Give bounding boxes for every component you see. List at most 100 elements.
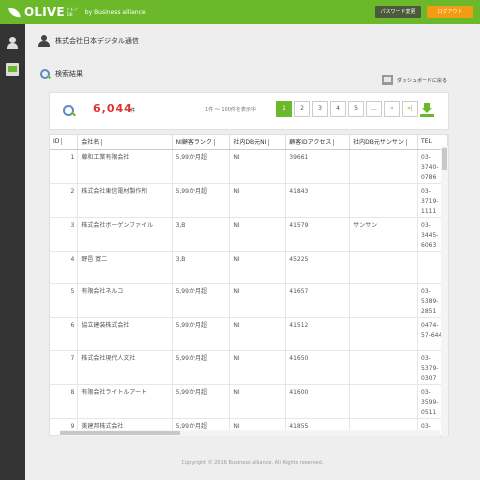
cell-db-ni: NI [229,283,287,318]
cell-sansan [349,350,419,385]
change-password-button[interactable]: パスワード変更 [375,6,421,18]
cell-company: 野邑 寛二 [77,251,173,284]
user-icon[interactable] [6,37,19,50]
column-header-company[interactable]: 会社名 [77,135,173,150]
logout-button[interactable]: ログアウト [427,6,473,18]
cell-id: 7 [50,350,79,385]
cell-company: 協立建装株式会社 [77,317,173,351]
company-name: 株式会社日本デジタル通信 [55,37,139,45]
cell-sansan [349,317,419,351]
cell-id: 5 [50,283,79,318]
search-result-icon [40,69,50,79]
table-row[interactable]: 6 協立建装株式会社 5,99か月超 NI 41512 0474- 57-644 [50,317,448,351]
cell-company: 株式会社現代人文社 [77,350,173,385]
cell-rank: 5,99か月超 [172,149,231,184]
column-header-sansan[interactable]: 社内DB元サンサン [349,135,419,150]
cell-db-ni: NI [229,317,287,351]
cell-company: 株式会社ボーゲンファイル [77,217,173,252]
olive-logo[interactable]: OLIVE ｸﾞﾙｰﾌﾟ DB by Business alliance [8,3,146,21]
cell-rank: 5,99か月超 [172,183,231,218]
download-icon[interactable] [420,103,434,117]
cell-id: 2 [50,183,79,218]
search-result-heading: 検索結果 [40,69,83,79]
results-summary-panel: 6,044 件 1件 〜 100件を表示中 1 2 3 4 5 ... » »| [49,92,449,130]
cell-company: 有限会社ネルコ [77,283,173,318]
column-header-id[interactable]: ID [50,135,79,150]
back-to-dashboard-link[interactable]: ダッシュボードに戻る [382,75,447,85]
page-5-button[interactable]: 5 [348,101,364,117]
table-row[interactable]: 2 株式会社東信電材製作所 5,99か月超 NI 41843 03- 3719- 1111 [50,183,448,218]
next-page-button[interactable]: » [384,101,400,117]
cell-id: 8 [50,384,79,419]
cell-sansan [349,183,419,218]
cell-rank: 5,99か月超 [172,283,231,318]
logo-sub-bottom: DB [66,12,73,17]
vertical-scrollbar[interactable] [441,146,448,436]
cell-db-ni: NI [229,217,287,252]
page-3-button[interactable]: 3 [312,101,328,117]
results-table: ID 会社名 NI顧客ランク 社内DB元NI 顧客IDアクセス 社内DB元サンサ… [50,135,448,435]
logo-by-text: by Business alliance [84,8,146,16]
table-row[interactable]: 3 株式会社ボーゲンファイル 3,B NI 41579 サンサン 03- 3445- 606… [50,217,448,252]
cell-access: 41600 [285,384,351,419]
cell-rank: 3,B [172,251,231,284]
top-header: OLIVE ｸﾞﾙｰﾌﾟ DB by Business alliance パスワ… [0,0,480,24]
page-ellipsis: ... [366,101,382,117]
table-row[interactable]: 5 有限会社ネルコ 5,99か月超 NI 41657 03- 5389- 2851 [50,283,448,318]
table-row[interactable]: 7 株式会社現代人文社 5,99か月超 NI 41650 03- 5379- 0307 [50,350,448,385]
company-line: 株式会社日本デジタル通信 [38,34,139,48]
cell-id: 6 [50,317,79,351]
table-row[interactable]: 1 藤和工業有限会社 5,99か月超 NI 39661 03- 3740- 0786 [50,149,448,184]
cell-sansan [349,149,419,184]
vertical-scroll-thumb[interactable] [442,148,447,170]
board-icon[interactable] [6,63,19,76]
logo-text: OLIVE [24,5,65,19]
page-2-button[interactable]: 2 [294,101,310,117]
table-row[interactable]: 4 野邑 寛二 3,B NI 45225 [50,251,448,284]
sidebar [0,24,25,480]
leaf-icon [8,5,22,19]
cell-db-ni: NI [229,384,287,419]
cell-id: 3 [50,217,79,252]
cell-access: 41650 [285,350,351,385]
cell-company: 有限会社ライトルアート [77,384,173,419]
cell-access: 39661 [285,149,351,184]
cell-company: 藤和工業有限会社 [77,149,173,184]
horizontal-scroll-thumb[interactable] [60,431,180,435]
results-table-container: ID 会社名 NI顧客ランク 社内DB元NI 顧客IDアクセス 社内DB元サンサ… [49,134,449,436]
company-user-icon [38,35,50,47]
page-4-button[interactable]: 4 [330,101,346,117]
result-count-unit: 件 [130,108,136,114]
dashboard-icon [382,75,393,85]
column-header-rank[interactable]: NI顧客ランク [172,135,231,150]
horizontal-scrollbar[interactable] [60,430,440,436]
cell-db-ni: NI [229,350,287,385]
page-1-button[interactable]: 1 [276,101,292,117]
table-body: 1 藤和工業有限会社 5,99か月超 NI 39661 03- 3740- 0786 2 株式… [50,149,448,435]
cell-id: 1 [50,149,79,184]
cell-rank: 5,99か月超 [172,384,231,419]
column-header-db-ni[interactable]: 社内DB元NI [229,135,287,150]
cell-access: 41512 [285,317,351,351]
cell-sansan [349,251,419,284]
cell-sansan [349,384,419,419]
last-page-button[interactable]: »| [402,101,418,117]
cell-company: 株式会社東信電材製作所 [77,183,173,218]
cell-db-ni: NI [229,183,287,218]
cell-sansan: サンサン [349,217,419,252]
table-row[interactable]: 8 有限会社ライトルアート 5,99か月超 NI 41600 03- 3599- 0511 [50,384,448,419]
cell-sansan [349,283,419,318]
cell-access: 41843 [285,183,351,218]
cell-access: 41657 [285,283,351,318]
footer-copyright: Copyright © 2016 Business alliance, All … [181,460,324,466]
cell-db-ni: NI [229,251,287,284]
column-header-access[interactable]: 顧客IDアクセス [285,135,351,150]
cell-id: 4 [50,251,79,284]
cell-access: 45225 [285,251,351,284]
table-header-row: ID 会社名 NI顧客ランク 社内DB元NI 顧客IDアクセス 社内DB元サンサ… [50,135,448,150]
cell-access: 41579 [285,217,351,252]
logo-sub: ｸﾞﾙｰﾌﾟ DB [67,7,79,17]
search-result-title: 検索結果 [55,70,83,78]
cell-rank: 5,99か月超 [172,350,231,385]
result-count: 6,044 [93,102,133,115]
